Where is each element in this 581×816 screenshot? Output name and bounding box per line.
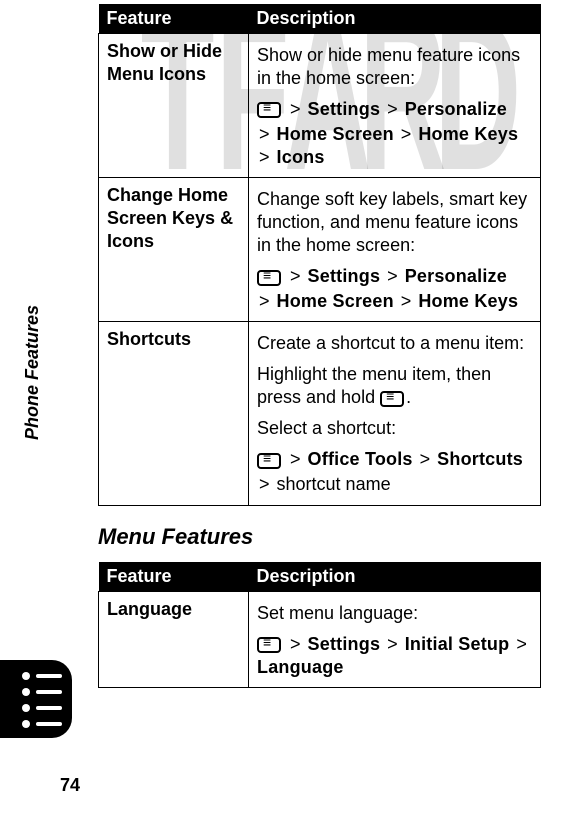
path-seg: Home Screen xyxy=(277,124,394,144)
path-seg-plain: shortcut name xyxy=(277,474,391,494)
desc-text: Show or hide menu feature icons in the h… xyxy=(257,44,532,90)
path-seg: Settings xyxy=(308,266,381,286)
table-row: Language Set menu language: > Settings >… xyxy=(99,591,541,687)
feature-name: Change Home Screen Keys & Icons xyxy=(99,178,249,322)
sep: > xyxy=(290,634,301,654)
desc-text: Highlight the menu item, then press and … xyxy=(257,363,532,409)
feature-name: Show or Hide Menu Icons xyxy=(99,34,249,178)
sep: > xyxy=(420,449,431,469)
section-title: Menu Features xyxy=(98,524,541,550)
features-table-1: Feature Description Show or Hide Menu Ic… xyxy=(98,4,541,506)
path-seg: Language xyxy=(257,657,344,677)
nav-path: > shortcut name xyxy=(257,473,532,496)
path-seg: Home Keys xyxy=(418,124,518,144)
feature-name: Shortcuts xyxy=(99,322,249,505)
menu-key-icon xyxy=(257,453,281,469)
menu-key-icon xyxy=(257,270,281,286)
path-seg: Settings xyxy=(308,634,381,654)
feature-desc: Create a shortcut to a menu item: Highli… xyxy=(249,322,541,505)
sep: > xyxy=(387,634,398,654)
feature-desc: Change soft key labels, smart key functi… xyxy=(249,178,541,322)
sep: > xyxy=(290,99,301,119)
table-row: Change Home Screen Keys & Icons Change s… xyxy=(99,178,541,322)
table-row: Show or Hide Menu Icons Show or hide men… xyxy=(99,34,541,178)
path-seg: Settings xyxy=(308,99,381,119)
features-table-2: Feature Description Language Set menu la… xyxy=(98,562,541,688)
path-seg: Home Screen xyxy=(277,291,394,311)
path-seg: Initial Setup xyxy=(405,634,510,654)
sep: > xyxy=(290,449,301,469)
nav-path: > Settings > Personalize xyxy=(257,265,532,288)
sep: > xyxy=(401,124,412,144)
sep: > xyxy=(401,291,412,311)
table2-head-feature: Feature xyxy=(99,562,249,592)
path-seg: Home Keys xyxy=(418,291,518,311)
table1-head-desc: Description xyxy=(249,4,541,34)
desc-text: Change soft key labels, smart key functi… xyxy=(257,188,532,257)
desc-text: Set menu language: xyxy=(257,602,532,625)
feature-desc: Show or hide menu feature icons in the h… xyxy=(249,34,541,178)
sep: > xyxy=(387,266,398,286)
path-seg: Icons xyxy=(277,147,325,167)
sep: > xyxy=(387,99,398,119)
desc-text-part: Highlight the menu item, then press and … xyxy=(257,364,491,407)
sep: > xyxy=(290,266,301,286)
sep: > xyxy=(259,147,270,167)
sep: > xyxy=(516,634,527,654)
table1-head-feature: Feature xyxy=(99,4,249,34)
page-content: Feature Description Show or Hide Menu Ic… xyxy=(0,0,581,688)
menu-key-icon xyxy=(257,637,281,653)
table-row: Shortcuts Create a shortcut to a menu it… xyxy=(99,322,541,505)
nav-path: > Office Tools > Shortcuts xyxy=(257,448,532,471)
nav-path: > Home Screen > Home Keys > Icons xyxy=(257,123,532,169)
path-seg: Shortcuts xyxy=(437,449,523,469)
desc-text: Select a shortcut: xyxy=(257,417,532,440)
feature-name: Language xyxy=(99,591,249,687)
table2-head-desc: Description xyxy=(249,562,541,592)
menu-key-icon xyxy=(380,391,404,407)
nav-path: > Settings > Initial Setup > Language xyxy=(257,633,532,679)
sep: > xyxy=(259,124,270,144)
path-seg: Personalize xyxy=(405,99,507,119)
nav-path: > Settings > Personalize xyxy=(257,98,532,121)
desc-text-part: . xyxy=(406,387,411,407)
page-number: 74 xyxy=(60,775,80,796)
feature-desc: Set menu language: > Settings > Initial … xyxy=(249,591,541,687)
path-seg: Personalize xyxy=(405,266,507,286)
sep: > xyxy=(259,474,270,494)
path-seg: Office Tools xyxy=(308,449,413,469)
desc-text: Create a shortcut to a menu item: xyxy=(257,332,532,355)
sep: > xyxy=(259,291,270,311)
nav-path: > Home Screen > Home Keys xyxy=(257,290,532,313)
menu-key-icon xyxy=(257,102,281,118)
